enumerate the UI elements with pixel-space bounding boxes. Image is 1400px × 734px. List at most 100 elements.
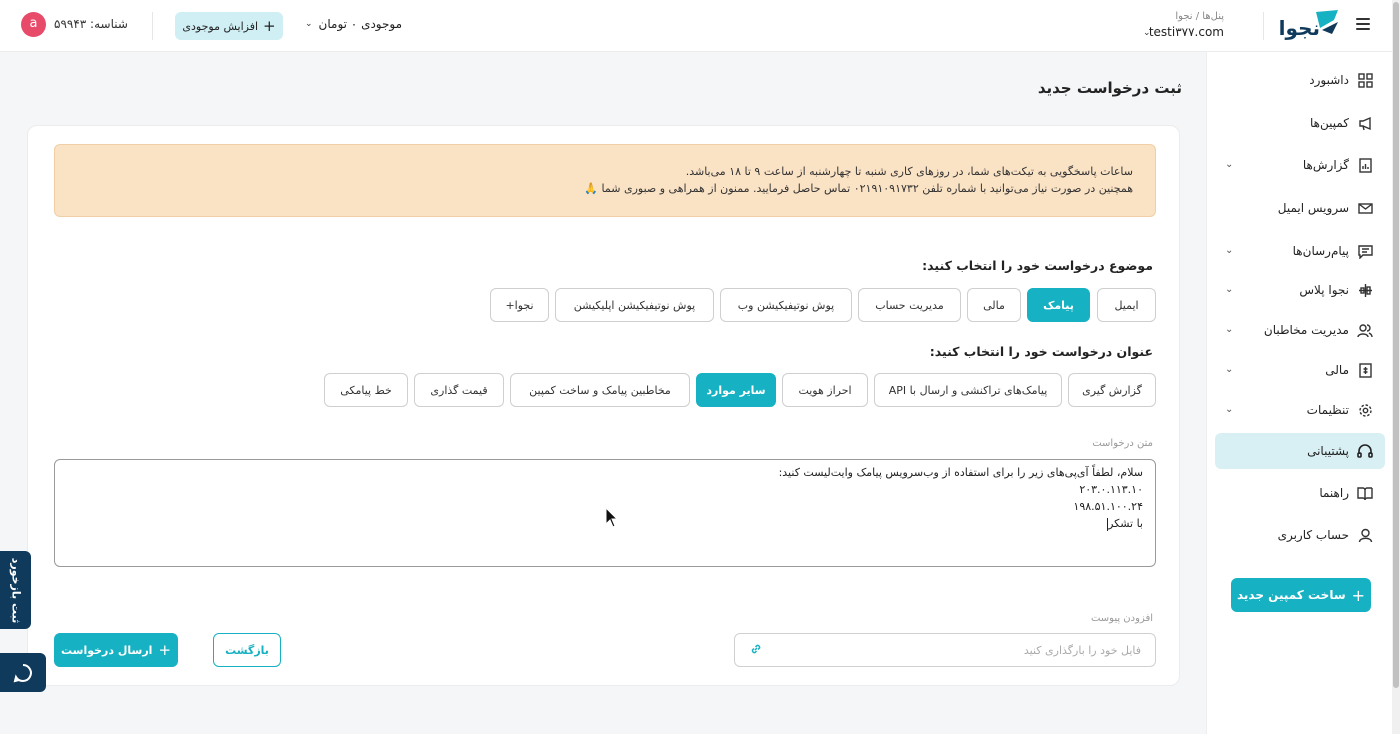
notice-line: ساعات پاسخگویی به تیکت‌های شما، در روزها… (685, 165, 1133, 178)
title-chip-transactional-api[interactable]: پیامک‌های تراکنشی و ارسال با API (874, 373, 1062, 407)
send-request-button[interactable]: + ارسال درخواست (54, 633, 178, 667)
text-line: ۲۰۳.۰.۱۱۳.۱۰ (1079, 483, 1143, 496)
chevron-down-icon: ⌄ (1225, 364, 1234, 375)
header-divider (152, 12, 153, 40)
notice-line: همچنین در صورت نیاز می‌توانید با شماره ت… (584, 182, 1133, 195)
support-hours-notice: ساعات پاسخگویی به تیکت‌های شما، در روزها… (54, 144, 1156, 217)
sidebar-item-contacts[interactable]: ⌄ مدیریت مخاطبان (1215, 312, 1385, 348)
gear-icon (1357, 402, 1373, 418)
feedback-label: ثبت بازخورد (9, 557, 22, 623)
sidebar-item-label: مدیریت مخاطبان (1263, 323, 1349, 337)
megaphone-icon (1357, 115, 1373, 131)
subject-chip-sms[interactable]: پیامک (1027, 288, 1090, 322)
title-chip-identity-verification[interactable]: احراز هویت (782, 373, 868, 407)
chat-icon (13, 663, 32, 682)
scrollbar[interactable] (1392, 0, 1400, 734)
panel-account[interactable]: testi۳۷۷.com (1149, 25, 1224, 39)
sidebar-item-finance[interactable]: ⌄ مالی (1215, 352, 1385, 388)
plus-icon: + (158, 641, 172, 659)
sidebar-item-guide[interactable]: راهنما (1215, 475, 1385, 511)
headset-icon (1357, 443, 1373, 459)
users-icon (1357, 322, 1373, 338)
chevron-down-icon[interactable]: ⌄ (1143, 28, 1151, 38)
attachment-placeholder: فایل خود را بارگذاری کنید (1023, 643, 1141, 657)
user-id: شناسه: ۵۹۹۴۳ (54, 17, 128, 31)
subject-chip-finance[interactable]: مالی (967, 288, 1021, 322)
subject-label: موضوع درخواست خود را انتخاب کنید: (922, 258, 1153, 273)
sidebar-item-messengers[interactable]: ⌄ پیام‌رسان‌ها (1215, 233, 1385, 269)
page-title: ثبت درخواست جدید (1037, 79, 1182, 97)
feedback-tab[interactable]: ثبت بازخورد (0, 551, 31, 629)
report-icon (1357, 157, 1373, 173)
subject-chip-email[interactable]: ایمیل (1097, 288, 1156, 322)
increase-balance-label: افزایش موجودی (182, 19, 259, 33)
sidebar-item-label: پشتیبانی (1307, 444, 1349, 458)
sidebar-item-label: سرویس ایمیل (1277, 201, 1349, 215)
title-chip-pricing[interactable]: قیمت گذاری (414, 373, 504, 407)
sidebar-item-najva-plus[interactable]: ⌄ نجوا پلاس (1215, 272, 1385, 308)
chevron-down-icon: ⌄ (1225, 245, 1234, 256)
top-header: نجوا پنل‌ها / نجوا testi۳۷۷.com ⌄ a شناس… (0, 0, 1392, 52)
chevron-down-icon: ⌄ (1225, 159, 1234, 170)
finance-icon (1357, 362, 1373, 378)
title-chip-contacts-campaign[interactable]: مخاطبین پیامک و ساخت کمپین (510, 373, 690, 407)
dashboard-icon (1357, 72, 1373, 88)
sidebar-item-email-service[interactable]: سرویس ایمیل (1215, 190, 1385, 226)
header-divider (1263, 12, 1264, 40)
sidebar-item-label: کمپین‌ها (1309, 116, 1349, 130)
sidebar-item-settings[interactable]: ⌄ تنظیمات (1215, 392, 1385, 428)
sidebar-item-support[interactable]: پشتیبانی (1215, 433, 1385, 469)
chevron-down-icon: ⌄ (305, 19, 313, 29)
mail-icon (1357, 200, 1373, 216)
chevron-down-icon: ⌄ (1225, 324, 1234, 335)
attachment-label: افزودن پیوست (1090, 613, 1153, 624)
balance-dropdown[interactable]: موجودی ۰ تومان ⌄ (305, 17, 402, 31)
subject-chip-web-push[interactable]: پوش نوتیفیکیشن وب (720, 288, 852, 322)
title-label: عنوان درخواست خود را انتخاب کنید: (929, 344, 1153, 359)
title-chip-other[interactable]: سایر موارد (696, 373, 776, 407)
balance-label: موجودی ۰ تومان (318, 17, 403, 31)
avatar[interactable]: a (21, 12, 46, 37)
sidebar-item-reports[interactable]: ⌄ گزارش‌ها (1215, 147, 1385, 183)
chevron-down-icon: ⌄ (1225, 404, 1234, 415)
new-campaign-label: ساخت کمپین جدید (1236, 588, 1346, 602)
sidebar-item-label: گزارش‌ها (1302, 158, 1349, 172)
sidebar-item-account[interactable]: حساب کاربری (1215, 517, 1385, 553)
plus-icon: + (263, 16, 276, 35)
subject-chip-account-management[interactable]: مدیریت حساب (858, 288, 961, 322)
increase-balance-button[interactable]: + افزایش موجودی (175, 12, 283, 40)
text-line: سلام، لطفاً آی‌پی‌های زیر را برای استفاد… (778, 466, 1143, 479)
sidebar-item-label: تنظیمات (1306, 403, 1349, 417)
sidebar-item-label: راهنما (1319, 486, 1349, 500)
book-icon (1357, 485, 1373, 501)
plus-icon: + (1351, 585, 1366, 605)
plus-tools-icon (1357, 282, 1373, 298)
sidebar-item-label: پیام‌رسان‌ها (1292, 244, 1349, 258)
send-request-label: ارسال درخواست (60, 643, 153, 657)
sidebar-item-label: مالی (1325, 363, 1349, 377)
mouse-cursor-icon (605, 507, 619, 528)
back-button[interactable]: بازگشت (213, 633, 281, 667)
user-icon (1357, 527, 1373, 543)
request-form-card: ساعات پاسخگویی به تیکت‌های شما، در روزها… (27, 125, 1180, 686)
sidebar-item-label: داشبورد (1309, 73, 1349, 87)
brand-name: نجوا (1278, 16, 1320, 40)
panel-breadcrumb: پنل‌ها / نجوا (1175, 11, 1224, 22)
sidebar-item-dashboard[interactable]: داشبورد (1215, 62, 1385, 98)
attachment-upload-field[interactable]: فایل خود را بارگذاری کنید (734, 633, 1156, 667)
title-chip-sms-line[interactable]: خط پیامکی (324, 373, 408, 407)
text-line: با تشکر (1108, 517, 1143, 530)
chat-button[interactable] (0, 653, 46, 692)
sidebar-item-label: نجوا پلاس (1299, 283, 1349, 297)
subject-chip-najva-plus[interactable]: نجوا+ (490, 288, 549, 322)
title-chip-reporting[interactable]: گزارش گیری (1068, 373, 1156, 407)
menu-icon[interactable] (1356, 18, 1370, 30)
subject-chip-app-push[interactable]: پوش نوتیفیکیشن اپلیکیشن (555, 288, 714, 322)
link-icon (749, 642, 763, 659)
chevron-down-icon: ⌄ (1225, 284, 1234, 295)
sidebar: داشبورد کمپین‌ها ⌄ گزارش‌ها سرویس ایمیل … (1206, 52, 1392, 734)
sidebar-item-label: حساب کاربری (1277, 528, 1349, 542)
sidebar-item-campaigns[interactable]: کمپین‌ها (1215, 105, 1385, 141)
new-campaign-button[interactable]: + ساخت کمپین جدید (1231, 578, 1371, 612)
message-icon (1357, 243, 1373, 259)
